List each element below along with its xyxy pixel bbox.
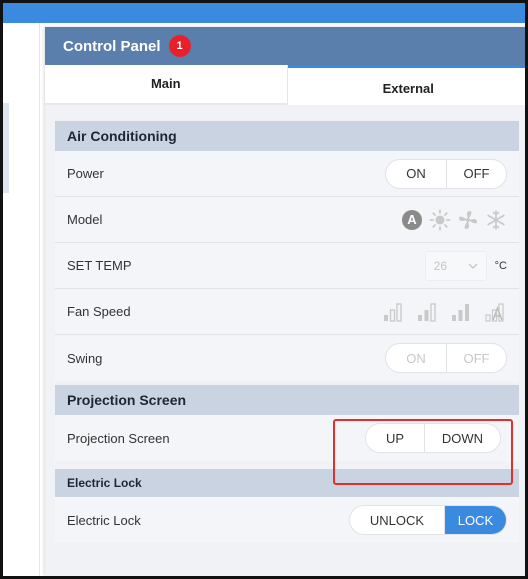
fan-speed-selector (383, 302, 507, 322)
power-on-button[interactable]: ON (386, 160, 446, 188)
row-fan-speed: Fan Speed (55, 289, 519, 335)
section-header-air-conditioning: Air Conditioning (55, 121, 519, 151)
app-top-bar (3, 3, 525, 23)
temp-unit: °C (494, 259, 507, 272)
control-panel: Control Panel 1 Main External Air Condit… (45, 27, 525, 576)
panel-tabs: Main External (45, 65, 525, 105)
panel-title: Control Panel (63, 37, 161, 55)
power-off-button[interactable]: OFF (446, 159, 506, 188)
set-temp-label: SET TEMP (67, 258, 132, 273)
swing-on-button[interactable]: ON (386, 344, 446, 372)
swing-off-button[interactable]: OFF (446, 344, 506, 372)
row-power: Power ON OFF (55, 151, 519, 197)
sun-icon[interactable] (429, 209, 451, 231)
background-sidebar-strip (3, 103, 9, 193)
tab-main[interactable]: Main (45, 65, 288, 105)
projection-screen-label: Projection Screen (67, 430, 170, 446)
electric-lock-toggle: UNLOCK LOCK (349, 505, 507, 535)
model-label: Model (67, 212, 103, 227)
snowflake-icon[interactable] (485, 209, 507, 231)
model-selector: A (401, 209, 507, 231)
fan-speed-auto-icon[interactable] (485, 302, 507, 322)
fan-icon[interactable] (457, 209, 479, 231)
unlock-button[interactable]: UNLOCK (350, 506, 444, 534)
row-set-temp: SET TEMP 26 °C (55, 243, 519, 289)
electric-lock-label: Electric Lock (67, 512, 141, 528)
fan-speed-medium-icon[interactable] (417, 302, 437, 322)
highlight-annotation-box (333, 419, 513, 485)
section-header-projection-screen: Projection Screen (55, 385, 519, 415)
row-swing: Swing ON OFF (55, 335, 519, 381)
row-electric-lock: Electric Lock UNLOCK LOCK (55, 497, 519, 543)
set-temp-value: 26 (433, 258, 448, 273)
tab-external[interactable]: External (287, 65, 525, 105)
row-model: Model A (55, 197, 519, 243)
power-toggle: ON OFF (385, 158, 507, 189)
set-temp-select[interactable]: 26 (424, 250, 487, 281)
chevron-down-icon (468, 263, 478, 269)
fan-speed-label: Fan Speed (67, 304, 131, 319)
power-label: Power (67, 166, 104, 181)
swing-label: Swing (67, 350, 103, 366)
swing-toggle: ON OFF (385, 343, 507, 373)
app-frame: Control Panel 1 Main External Air Condit… (0, 0, 528, 579)
tab-content-external: Air Conditioning Power ON OFF Model A SE… (45, 105, 525, 576)
auto-mode-letter: A (402, 209, 422, 230)
auto-mode-icon[interactable]: A (401, 209, 423, 231)
background-divider (39, 23, 40, 576)
notification-badge[interactable]: 1 (168, 35, 191, 57)
fan-speed-low-icon[interactable] (383, 302, 403, 322)
lock-button[interactable]: LOCK (444, 506, 506, 534)
panel-header: Control Panel 1 (45, 27, 525, 65)
fan-speed-high-icon[interactable] (451, 302, 471, 322)
